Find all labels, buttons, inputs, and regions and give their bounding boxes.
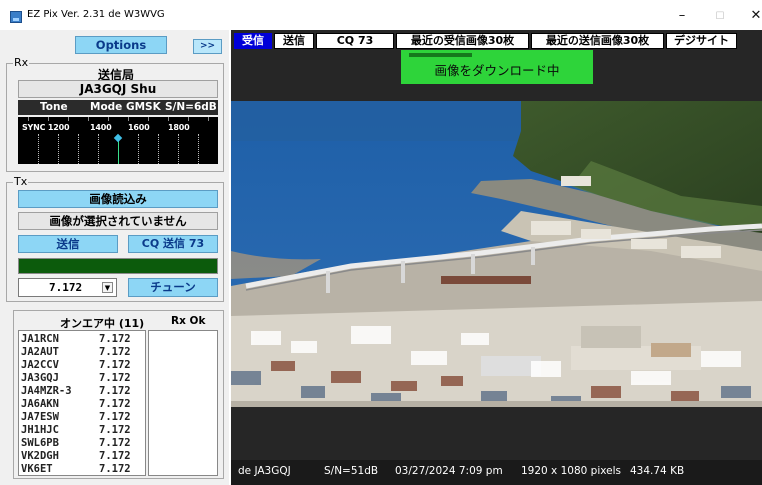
rx-info-bar: Tone Mode GMSK S/N=6dB (18, 100, 218, 115)
sn-label: S/N=6dB (165, 101, 217, 113)
wf-label-1400: 1400 (90, 123, 112, 132)
received-image (231, 101, 762, 407)
station-callsign: VK6ET (21, 463, 53, 475)
maximize-button[interactable]: ☐ (700, 9, 740, 25)
tuning-marker-diamond-icon (113, 133, 123, 143)
download-status-text: 画像をダウンロード中 (434, 63, 560, 78)
frequency-select[interactable]: 7.172 ▼ (18, 278, 117, 297)
station-frequency: 7.172 (99, 346, 131, 358)
tab-digisite[interactable]: デジサイト (666, 33, 737, 49)
app-icon (10, 11, 22, 23)
tune-button[interactable]: チューン (128, 278, 218, 297)
station-frequency: 7.172 (99, 437, 131, 449)
tab-bar: 受信 送信 CQ 73 最近の受信画像30枚 最近の送信画像30枚 デジサイト (231, 33, 762, 49)
station-callsign: VK2DGH (21, 450, 59, 462)
station-frequency: 7.172 (99, 333, 131, 345)
station-frequency: 7.172 (99, 450, 131, 462)
window-title: EZ Pix Ver. 2.31 de W3WVG (27, 9, 165, 20)
tx-legend: Tx (13, 175, 29, 188)
onair-header: オンエア中 (11) (60, 317, 145, 330)
station-callsign: JA2AUT (21, 346, 59, 358)
tab-cq73[interactable]: CQ 73 (316, 33, 394, 49)
station-callsign: JA2CCV (21, 359, 59, 371)
chevron-down-icon[interactable]: ▼ (102, 282, 113, 293)
wf-label-sync: SYNC 1200 (22, 123, 70, 132)
onair-list-header: オンエア中 (11) Rx Ok (18, 314, 218, 330)
rx-ok-list[interactable] (148, 330, 218, 476)
status-datetime: 03/27/2024 7:09 pm (395, 465, 503, 477)
send-button[interactable]: 送信 (18, 235, 118, 253)
load-image-button[interactable]: 画像読込み (18, 190, 218, 208)
expand-button[interactable]: >> (193, 39, 222, 54)
rx-legend: Rx (13, 56, 30, 69)
rx-callsign: JA3GQJ Shu (18, 80, 218, 98)
tab-send[interactable]: 送信 (274, 33, 314, 49)
tab-receive[interactable]: 受信 (234, 33, 272, 49)
tone-label: Tone (40, 101, 68, 113)
station-frequency: 7.172 (99, 424, 131, 436)
station-frequency: 7.172 (99, 359, 131, 371)
station-callsign: JA1RCN (21, 333, 59, 345)
tx-progress-bar (18, 258, 218, 274)
status-bar: de JA3GQJ S/N=51dB 03/27/2024 7:09 pm 19… (231, 460, 762, 485)
no-image-status[interactable]: 画像が選択されていません (18, 212, 218, 230)
status-from: de JA3GQJ (238, 465, 291, 477)
control-panel: Options >> Rx 送信局 JA3GQJ Shu Tone Mode G… (0, 30, 229, 485)
tab-recent-sent[interactable]: 最近の送信画像30枚 (531, 33, 664, 49)
download-indicator: 画像をダウンロード中 (401, 50, 593, 84)
status-sn: S/N=51dB (324, 465, 379, 477)
wf-label-1800: 1800 (168, 123, 190, 132)
station-callsign: JH1HJC (21, 424, 59, 436)
station-frequency: 7.172 (99, 385, 131, 397)
title-bar: EZ Pix Ver. 2.31 de W3WVG – ☐ ✕ (0, 0, 762, 30)
station-callsign: JA6AKN (21, 398, 59, 410)
download-progress-bar (409, 53, 473, 57)
status-resolution: 1920 x 1080 pixels (521, 465, 621, 477)
tab-recent-received[interactable]: 最近の受信画像30枚 (396, 33, 529, 49)
mode-label: Mode GMSK (90, 101, 161, 113)
status-size: 434.74 KB (630, 465, 685, 477)
station-frequency: 7.172 (99, 372, 131, 384)
cq-send-73-button[interactable]: CQ 送信 73 (128, 235, 218, 253)
onair-station-list[interactable]: JA1RCN 7.172 JA2AUT 7.172 JA2CCV 7.172 JA3GQJ 7… (18, 330, 146, 476)
close-window-button[interactable]: ✕ (736, 9, 762, 25)
station-callsign: JA7ESW (21, 411, 59, 423)
station-callsign: SWL6PB (21, 437, 59, 449)
waterfall-display[interactable]: SYNC 1200 1400 1600 1800 (18, 117, 218, 164)
station-callsign: JA4MZR-3 (21, 385, 72, 397)
station-frequency: 7.172 (99, 411, 131, 423)
station-callsign: JA3GQJ (21, 372, 59, 384)
rx-ok-header: Rx Ok (171, 315, 206, 327)
station-frequency: 7.172 (99, 463, 131, 475)
coastal-town-photo (231, 101, 762, 407)
image-pane: 受信 送信 CQ 73 最近の受信画像30枚 最近の送信画像30枚 デジサイト … (231, 30, 762, 485)
wf-label-1600: 1600 (128, 123, 150, 132)
options-button[interactable]: Options (75, 36, 167, 54)
frequency-value: 7.172 (49, 281, 83, 294)
minimize-button[interactable]: – (662, 9, 702, 25)
station-frequency: 7.172 (99, 398, 131, 410)
